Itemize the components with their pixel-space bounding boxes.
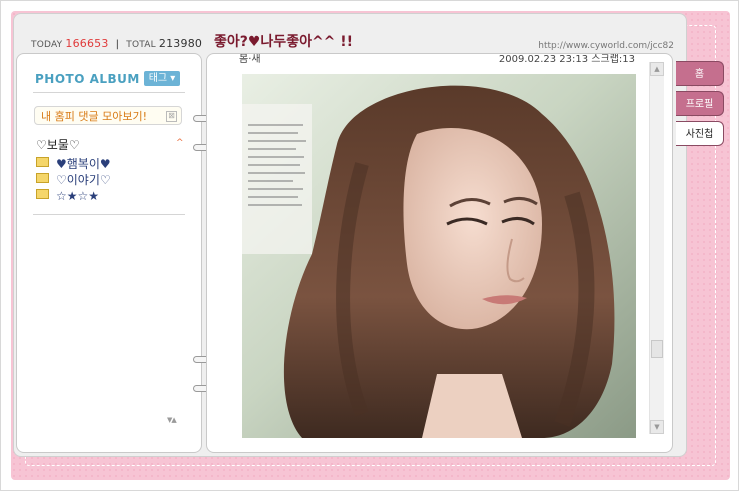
- divider: [33, 214, 185, 215]
- today-count: 166653: [65, 37, 109, 50]
- page-title: 좋아?♥나두좋아^^ !!: [214, 34, 354, 50]
- tab-home[interactable]: 홈: [676, 61, 724, 86]
- folder-icon: [36, 157, 49, 167]
- homepage-url[interactable]: http://www.cyworld.com/jcc82: [538, 41, 674, 51]
- photo-panel: 봄·새 2009.02.23 23:13 스크랩:13 ▲ ▼: [206, 53, 673, 453]
- counter-separator: |: [115, 39, 120, 50]
- scroll-down-icon[interactable]: ▼: [650, 420, 664, 434]
- photo-post-title: 봄·새: [239, 54, 261, 65]
- tab-profile[interactable]: 프로필: [676, 91, 724, 116]
- folder-list: ♥햄복이♥ ♡이야기♡ ☆★☆★: [36, 156, 111, 204]
- collect-comments-button[interactable]: 내 홈피 댓글 모아보기! ⊠: [34, 106, 182, 125]
- folder-label: ☆★☆★: [56, 189, 100, 203]
- folder-item[interactable]: ♥햄복이♥: [36, 156, 111, 172]
- photo-image[interactable]: [242, 74, 636, 438]
- total-count: 213980: [158, 37, 203, 50]
- folder-icon: [36, 173, 49, 183]
- total-label: TOTAL: [126, 40, 156, 50]
- photo-post-date: 2009.02.23 23:13 스크랩:13: [498, 54, 635, 65]
- scroll-up-icon[interactable]: ▲: [650, 62, 664, 76]
- folder-item[interactable]: ☆★☆★: [36, 188, 111, 204]
- page-frame: TODAY 166653 | TOTAL 213980 좋아?♥나두좋아^^ !…: [0, 0, 739, 491]
- divider: [33, 92, 185, 93]
- album-title: PHOTO ALBUM: [35, 72, 140, 86]
- close-icon[interactable]: ⊠: [166, 111, 177, 122]
- folder-item[interactable]: ♡이야기♡: [36, 172, 111, 188]
- collect-comments-label: 내 홈피 댓글 모아보기!: [41, 110, 147, 123]
- album-sidebar: PHOTO ALBUM 태그 ▾ 내 홈피 댓글 모아보기! ⊠ ♡보물♡ ^ …: [16, 53, 202, 453]
- tag-button[interactable]: 태그 ▾: [144, 71, 180, 86]
- photo-post-header: 봄·새 2009.02.23 23:13 스크랩:13: [235, 54, 635, 66]
- today-label: TODAY: [31, 40, 63, 50]
- photo-scrollbar[interactable]: ▲ ▼: [649, 62, 664, 434]
- collapse-icon[interactable]: ^: [176, 138, 184, 148]
- folder-label: ♥햄복이♥: [56, 157, 111, 171]
- folder-icon: [36, 189, 49, 199]
- portrait-photo-icon: [242, 74, 636, 438]
- visitor-counter: TODAY 166653 | TOTAL 213980: [31, 37, 202, 50]
- folder-group-heading[interactable]: ♡보물♡: [36, 136, 80, 153]
- folder-label: ♡이야기♡: [56, 173, 111, 187]
- tab-photo-album[interactable]: 사진첩: [676, 121, 724, 146]
- scroll-thumb[interactable]: [651, 340, 663, 358]
- sidebar-scroll-arrows-icon[interactable]: ▼▲: [167, 416, 177, 424]
